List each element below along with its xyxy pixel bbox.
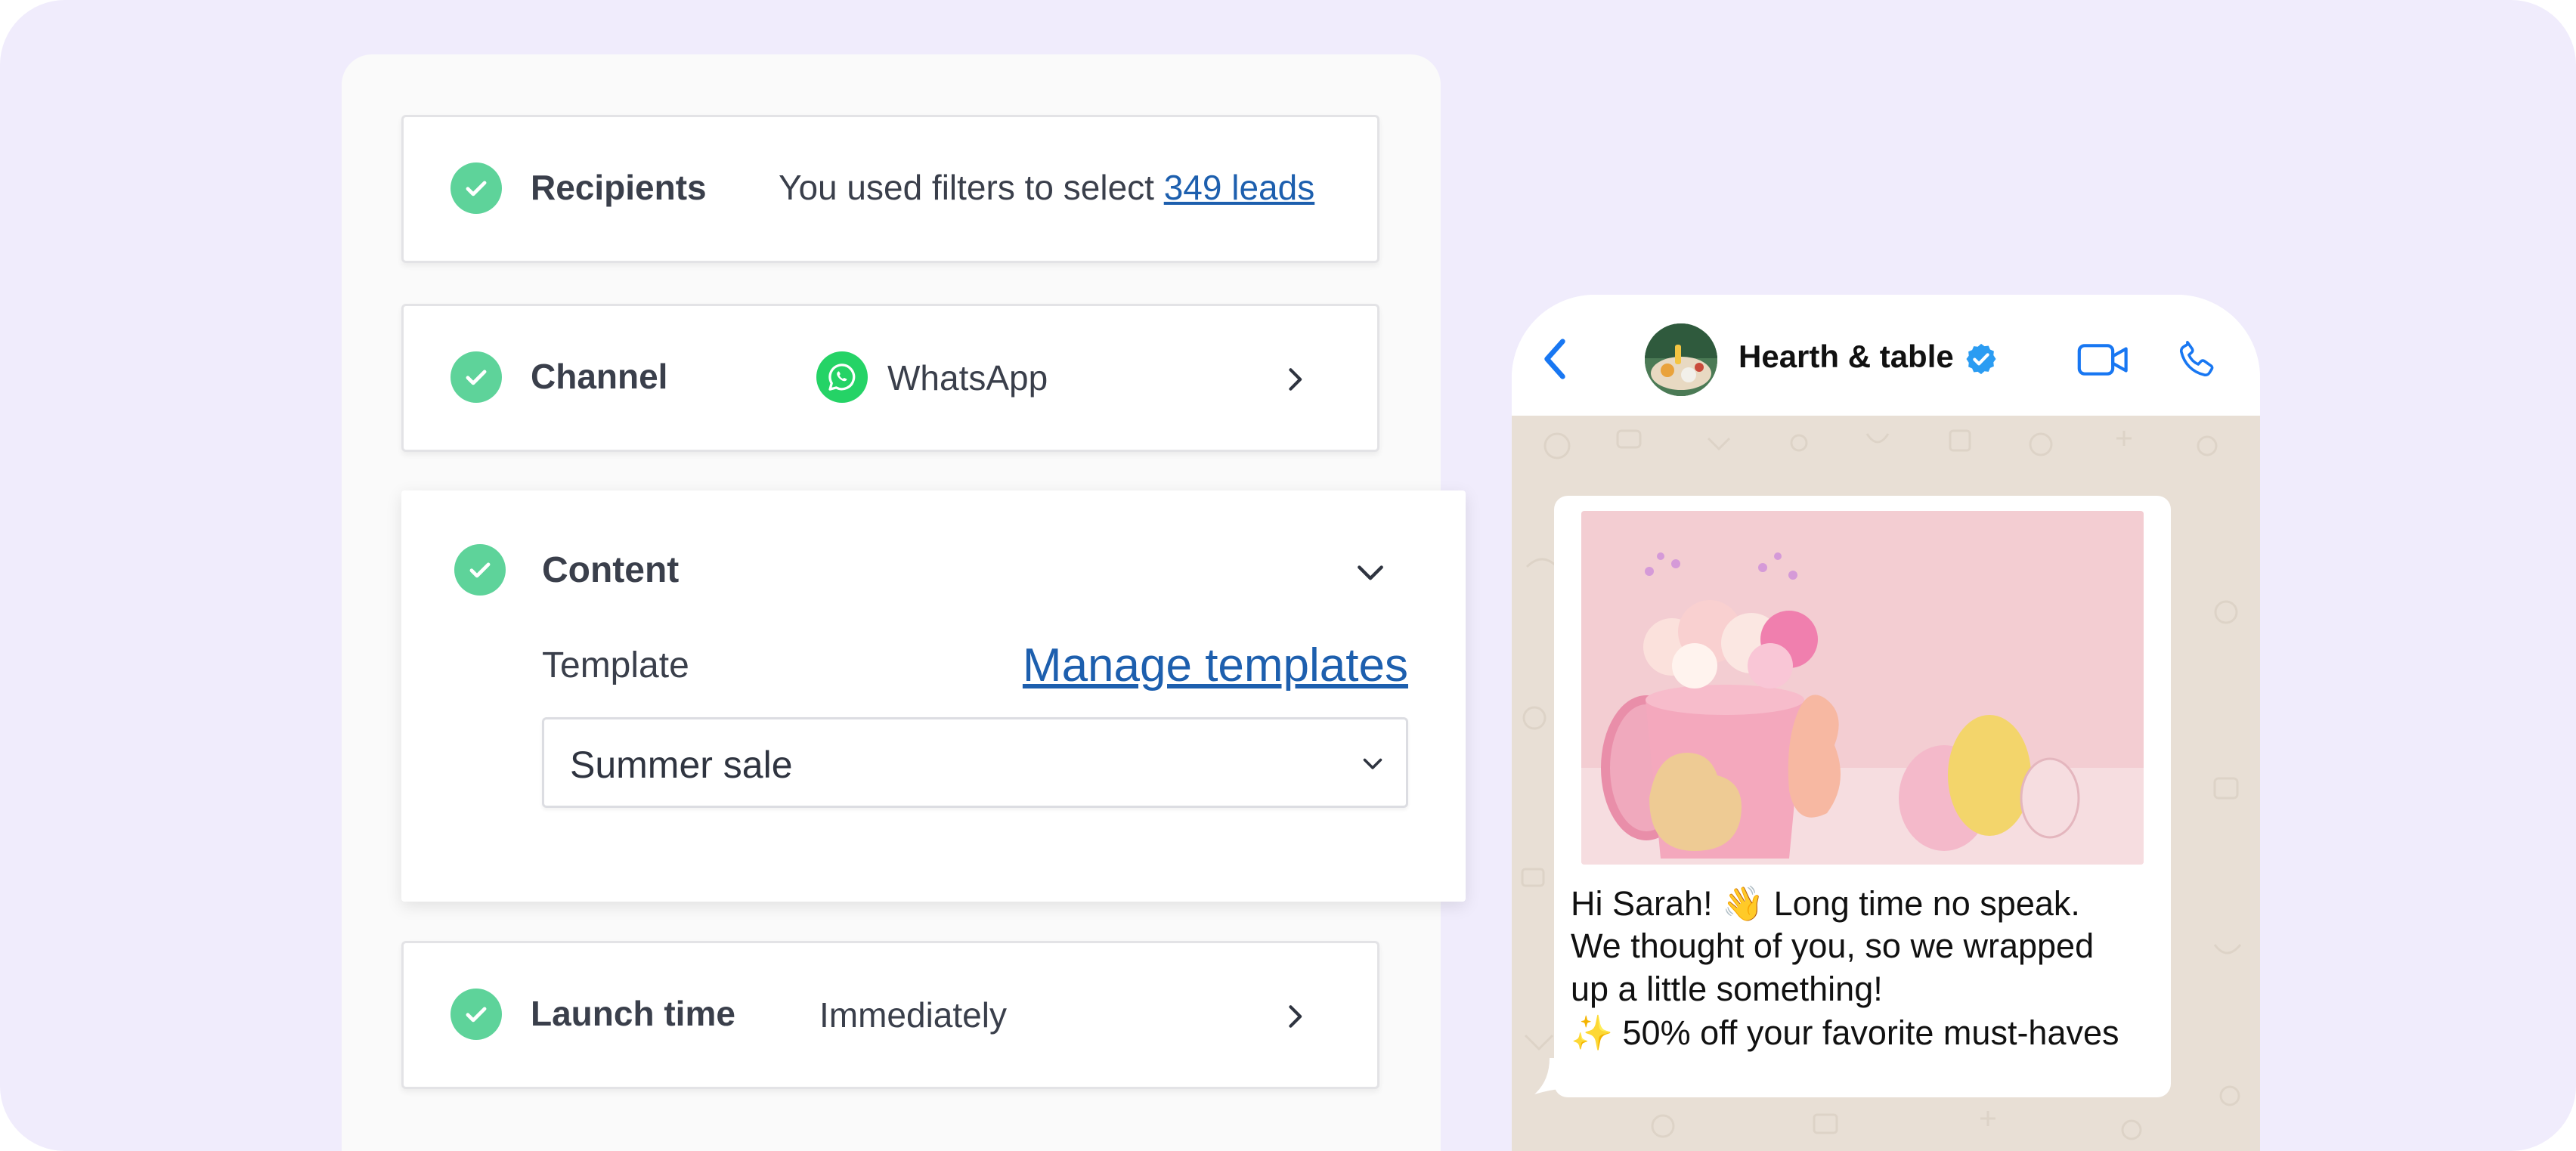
recipients-title: Recipients	[531, 168, 707, 207]
channel-value: WhatsApp	[887, 358, 1048, 398]
check-icon	[450, 989, 502, 1040]
contact-name: Hearth & table	[1738, 339, 1954, 374]
launch-time-card[interactable]: Launch time Immediately	[401, 941, 1379, 1089]
content-title: Content	[542, 550, 680, 590]
video-call-icon[interactable]	[2077, 342, 2130, 378]
message-image	[1581, 511, 2144, 865]
chevron-down-icon[interactable]	[1354, 555, 1387, 589]
check-icon	[450, 162, 502, 214]
template-label: Template	[542, 645, 689, 685]
phone-call-icon[interactable]	[2175, 337, 2219, 381]
message-line: Hi Sarah! 👋 Long time no speak.	[1571, 884, 2080, 923]
chevron-right-icon[interactable]	[1280, 1002, 1309, 1031]
launch-time-title: Launch time	[531, 994, 735, 1033]
message-line: up a little something!	[1571, 970, 1883, 1008]
recipients-summary: You used filters to select 349 leads	[779, 167, 1314, 208]
template-select-value: Summer sale	[570, 744, 793, 786]
check-icon	[450, 351, 502, 403]
bubble-tail	[1534, 1058, 1565, 1094]
content-card: Content Template Manage templates Summer…	[401, 490, 1466, 902]
recipients-text: You used filters to select	[779, 168, 1154, 207]
chat-header: Hearth & table	[1512, 295, 2260, 416]
chevron-right-icon[interactable]	[1280, 365, 1309, 394]
channel-card[interactable]: Channel WhatsApp	[401, 304, 1379, 452]
whatsapp-icon	[816, 351, 868, 403]
message-bubble: Hi Sarah! 👋 Long time no speak. We thoug…	[1554, 496, 2171, 1097]
recipients-card[interactable]: Recipients You used filters to select 34…	[401, 115, 1379, 263]
leads-link[interactable]: 349 leads	[1164, 168, 1315, 207]
chevron-down-icon	[1363, 758, 1382, 769]
check-icon	[454, 544, 506, 596]
message-line: We thought of you, so we wrapped	[1571, 927, 2095, 965]
launch-time-value: Immediately	[819, 995, 1007, 1035]
channel-title: Channel	[531, 357, 668, 396]
contact-avatar[interactable]	[1645, 323, 1717, 396]
template-select[interactable]: Summer sale	[542, 717, 1408, 808]
verified-badge-icon	[1966, 343, 1996, 375]
manage-templates-link[interactable]: Manage templates	[1023, 639, 1408, 692]
back-arrow-icon[interactable]	[1537, 336, 1572, 382]
whatsapp-phone-preview: Hearth & table Hi Sarah! 👋 Long time no …	[1512, 295, 2260, 1151]
message-line: ✨ 50% off your favorite must-haves	[1571, 1013, 2119, 1052]
